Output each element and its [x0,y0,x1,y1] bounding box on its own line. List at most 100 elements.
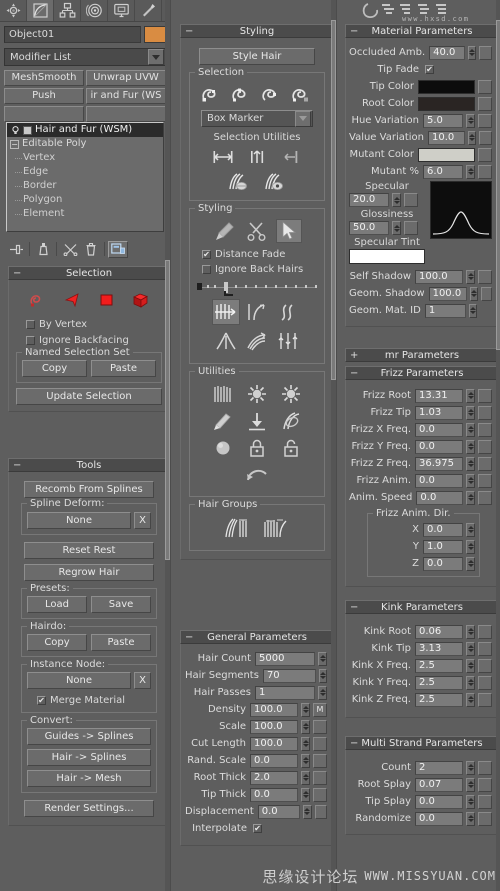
guide-sub-object-icon[interactable] [25,288,51,312]
cut-length-input[interactable]: 100.0 [250,736,298,751]
stack-item-editable-poly[interactable]: − Editable Poly [7,137,163,151]
tip-color-swatch[interactable] [418,79,475,94]
show-end-result-button[interactable] [33,241,53,258]
tip-thick-input[interactable]: 0.0 [250,787,298,802]
stack-item-edge[interactable]: Edge [7,165,163,179]
modifier-button-meshsmooth[interactable]: MeshSmooth [4,70,84,86]
expand-icon[interactable]: + [350,349,358,362]
spinner[interactable] [466,405,475,420]
spinner[interactable] [318,668,327,683]
modifier-stack[interactable]: Hair and Fur (WSM) − Editable Poly Verte… [6,122,164,232]
stack-item-polygon[interactable]: Polygon [7,193,163,207]
copy-selection-set-button[interactable]: Copy [22,360,87,377]
load-preset-button[interactable]: Load [27,596,87,613]
update-selection-button[interactable]: Update Selection [16,388,162,405]
specular-tint-swatch[interactable] [349,249,425,264]
select-whole-guide-icon[interactable] [229,83,255,107]
spinner[interactable] [466,388,475,403]
spinner[interactable] [468,45,477,60]
root-thick-map-button[interactable] [313,770,327,785]
tip-thick-map-button[interactable] [313,787,327,802]
save-preset-button[interactable]: Save [91,596,151,613]
value-variation-input[interactable]: 10.0 [428,130,465,145]
frizz-anim-input[interactable]: 0.0 [415,473,463,488]
spinner[interactable] [469,286,478,301]
anim-speed-map-button[interactable] [478,490,493,505]
spinner[interactable] [303,804,312,819]
select-guide-by-root-icon[interactable] [289,83,315,107]
hue-variation-map-button[interactable] [478,113,492,128]
expand-selection-icon[interactable] [244,145,270,169]
spinner[interactable] [466,624,475,639]
checkbox-box[interactable]: ✔ [202,249,211,259]
select-tool-icon[interactable] [276,219,302,243]
kink-root-map-button[interactable] [478,624,492,639]
unlock-icon[interactable] [278,436,304,460]
frizz-anim-map-button[interactable] [478,473,492,488]
hair-to-mesh-button[interactable]: Hair -> Mesh [27,770,151,787]
by-vertex-checkbox[interactable]: By Vertex [26,317,164,331]
hue-variation-input[interactable]: 5.0 [423,113,463,128]
cut-tool-icon[interactable] [244,219,270,243]
multi-strand-parameters-header[interactable]: − Multi Strand Parameters [345,736,499,750]
pop-zero-size-icon[interactable] [244,382,270,406]
mr-parameters-header[interactable]: + mr Parameters [345,348,499,362]
element-sub-object-icon[interactable] [127,288,153,312]
spline-deform-clear-button[interactable]: X [134,512,151,529]
count-map-button[interactable] [478,760,492,775]
collapse-icon[interactable]: − [350,367,358,380]
specular-map-button[interactable] [404,193,418,207]
collapse-icon[interactable]: − [350,601,358,614]
hair-count-input[interactable]: 5000 [255,651,315,666]
displacement-input[interactable]: 0.0 [257,804,301,819]
reset-rest-button[interactable]: Reset Rest [24,542,154,559]
spinner[interactable] [466,794,475,809]
rand-scale-input[interactable]: 0.0 [250,753,298,768]
chevron-down-icon[interactable] [148,49,164,65]
clump-hair-icon[interactable] [212,328,240,354]
scale-hair-icon[interactable] [274,328,302,354]
spinner[interactable] [318,685,327,700]
mutant-color-map-button[interactable] [478,147,492,162]
rotate-selection-icon[interactable] [278,145,304,169]
root-color-map-button[interactable] [478,96,492,111]
collapse-icon[interactable]: − [13,459,21,472]
scale-map-button[interactable] [313,719,327,734]
frizz-y-freq-input[interactable]: 0.0 [415,439,463,454]
collapse-icon[interactable]: − [185,25,193,38]
spinner[interactable] [466,811,475,826]
regrow-hair-button[interactable]: Regrow Hair [24,564,154,581]
rand-scale-map-button[interactable] [313,753,327,768]
frizz-root-map-button[interactable] [478,388,492,403]
spinner[interactable] [466,456,475,471]
pin-stack-button[interactable] [6,241,26,258]
modifier-button-hair-and-fur[interactable]: ir and Fur (WS [86,88,166,104]
collapse-icon[interactable]: − [350,25,358,38]
kink-x-freq-input[interactable]: 2.5 [415,658,463,673]
tip-splay-map-button[interactable] [478,794,492,809]
light-bulb-icon[interactable] [10,125,21,136]
spinner[interactable] [466,164,475,179]
motion-tab[interactable] [81,0,108,21]
self-shadow-map-button[interactable] [478,269,492,284]
hair-attenuate-icon[interactable] [210,382,236,406]
ignore-back-hairs-checkbox[interactable]: Ignore Back Hairs [202,262,319,276]
spinner[interactable] [466,439,475,454]
general-parameters-header[interactable]: − General Parameters [180,630,334,644]
wire-color-swatch[interactable] [144,26,166,43]
displacement-map-button[interactable] [314,804,327,819]
root-splay-input[interactable]: 0.07 [415,777,463,792]
lock-icon[interactable] [244,436,270,460]
spinner[interactable] [466,539,475,554]
mutant-color-swatch[interactable] [418,147,475,162]
spinner[interactable] [466,777,475,792]
stack-item-border[interactable]: Border [7,179,163,193]
render-settings-button[interactable]: Render Settings... [24,800,154,817]
puff-roots-icon[interactable] [274,299,302,325]
frizz-tip-map-button[interactable] [478,405,492,420]
kink-parameters-header[interactable]: − Kink Parameters [345,600,499,614]
frizz-z-freq-input[interactable]: 36.975 [415,456,463,471]
stand-hair-icon[interactable] [243,299,271,325]
frizz-dir-x-input[interactable]: 0.0 [423,522,463,537]
create-tab[interactable] [0,0,27,21]
